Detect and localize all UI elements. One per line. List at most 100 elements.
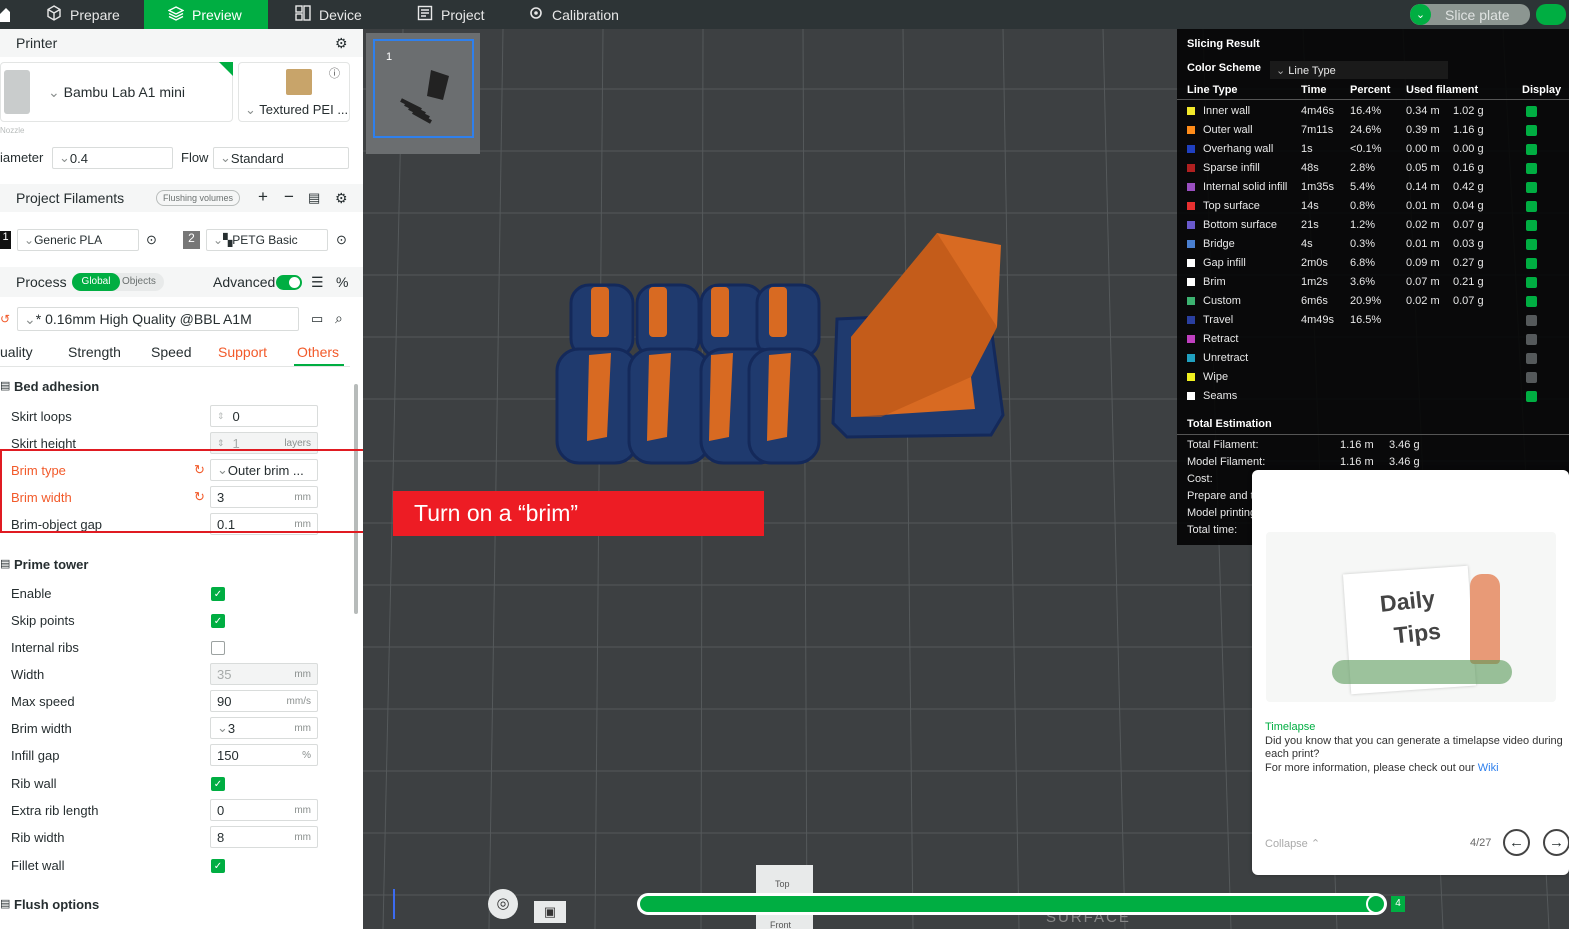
- skirt-loops-input[interactable]: ⇕ 0: [210, 405, 318, 427]
- display-toggle[interactable]: [1526, 106, 1537, 117]
- tab-others[interactable]: Others: [297, 344, 339, 360]
- rib-wall-checkbox[interactable]: ✓: [211, 777, 225, 791]
- plate-name[interactable]: ⌄ Textured PEI ...: [245, 102, 348, 118]
- width-input[interactable]: 35 mm: [210, 663, 318, 685]
- skip-points-checkbox[interactable]: ✓: [211, 614, 225, 628]
- extra-rib-input[interactable]: 0 mm: [210, 799, 318, 821]
- percent-icon[interactable]: %: [336, 274, 348, 290]
- cube-icon: [46, 5, 62, 24]
- add-icon[interactable]: +: [258, 187, 268, 207]
- tab-speed[interactable]: Speed: [151, 344, 191, 360]
- line-type-name: Brim: [1203, 276, 1226, 288]
- line-type-row: Outer wall 7m11s 24.6% 0.39 m 1.16 g: [1177, 121, 1569, 140]
- info-icon[interactable]: ⓘ: [329, 65, 340, 81]
- filament-more-icon[interactable]: ⊙: [146, 232, 157, 248]
- camera-icon[interactable]: ◎: [488, 889, 518, 919]
- search-icon[interactable]: ⌕: [335, 310, 343, 327]
- next-tip-button[interactable]: →: [1543, 829, 1569, 856]
- display-toggle[interactable]: [1526, 334, 1537, 345]
- tab-project[interactable]: Project: [417, 0, 517, 29]
- flushing-volumes-button[interactable]: Flushing volumes: [156, 190, 241, 206]
- line-type-percent: 0.8%: [1350, 200, 1376, 212]
- process-preset-select[interactable]: ⌄ * 0.16mm High Quality @BBL A1M: [17, 307, 299, 331]
- tab-strength[interactable]: Strength: [68, 344, 121, 360]
- view-cube-front[interactable]: Front: [770, 920, 791, 929]
- display-toggle[interactable]: [1526, 144, 1537, 155]
- filament-select-2[interactable]: ⌄ ▚ PETG Basic: [206, 229, 328, 251]
- save-icon[interactable]: ▭: [311, 311, 323, 327]
- filament-select-1[interactable]: ⌄ Generic PLA: [17, 229, 139, 251]
- internal-ribs-checkbox[interactable]: [211, 641, 225, 655]
- tab-prepare[interactable]: Prepare: [46, 0, 144, 29]
- diameter-select[interactable]: ⌄ 0.4: [52, 147, 173, 169]
- total-label: Cost:: [1187, 473, 1213, 485]
- display-toggle[interactable]: [1526, 239, 1537, 250]
- display-toggle[interactable]: [1526, 220, 1537, 231]
- color-scheme-select[interactable]: ⌄ Line Type: [1270, 61, 1448, 79]
- display-toggle[interactable]: [1526, 391, 1537, 402]
- prev-tip-button[interactable]: ←: [1503, 829, 1530, 856]
- view-cube-top[interactable]: Top: [775, 879, 790, 889]
- advanced-switch[interactable]: [276, 275, 302, 290]
- filament-sync-icon[interactable]: ▤: [308, 190, 320, 206]
- line-type-percent: 20.9%: [1350, 295, 1382, 307]
- wiki-link[interactable]: Wiki: [1478, 762, 1499, 774]
- infill-gap-input[interactable]: 150%: [210, 744, 318, 766]
- tab-calibration[interactable]: Calibration: [528, 0, 648, 29]
- line-type-weight: 0.21 g: [1453, 276, 1484, 288]
- layout-icon[interactable]: ▣: [534, 901, 566, 923]
- max-speed-input[interactable]: 90 mm/s: [210, 690, 318, 712]
- line-type-percent: 6.8%: [1350, 257, 1376, 269]
- display-toggle[interactable]: [1526, 125, 1537, 136]
- display-toggle[interactable]: [1526, 372, 1537, 383]
- person-illustration: [1470, 574, 1500, 664]
- tab-quality[interactable]: uality: [0, 344, 33, 360]
- flow-select[interactable]: ⌄ Standard: [213, 147, 349, 169]
- tab-device[interactable]: Device: [295, 0, 395, 29]
- gear-icon[interactable]: ⚙: [335, 35, 348, 52]
- plate-thumbnail[interactable]: 1: [366, 33, 480, 154]
- line-type-time: 48s: [1301, 162, 1319, 174]
- display-toggle[interactable]: [1526, 258, 1537, 269]
- slicing-result-panel: Slicing Result Color Scheme ⌄ Line Type …: [1177, 29, 1569, 545]
- flush-options-title: Flush options: [14, 897, 100, 912]
- filament-settings-icon[interactable]: ⚙: [335, 190, 348, 207]
- chevron-down-icon: ⌄: [1410, 4, 1431, 25]
- list-icon[interactable]: ☰: [311, 274, 324, 291]
- enable-checkbox[interactable]: ✓: [211, 587, 225, 601]
- tips-more: For more information, please check out o…: [1265, 762, 1499, 774]
- display-toggle[interactable]: [1526, 315, 1537, 326]
- color-swatch: [1187, 202, 1195, 210]
- tab-preview[interactable]: Preview: [144, 0, 268, 29]
- layer-slider-handle[interactable]: [1366, 894, 1386, 914]
- total-estimation-title: Total Estimation: [1187, 418, 1272, 430]
- display-toggle[interactable]: [1526, 163, 1537, 174]
- reset-icon[interactable]: ↺: [0, 312, 10, 326]
- toggle-global[interactable]: Global: [72, 273, 120, 291]
- layer-slider[interactable]: 4: [637, 893, 1405, 915]
- filaments-section-title: Project Filaments: [16, 190, 125, 206]
- print-button[interactable]: [1536, 4, 1566, 25]
- collapse-button[interactable]: Collapse ⌃: [1265, 837, 1320, 850]
- tab-support[interactable]: Support: [218, 344, 267, 360]
- line-type-name: Inner wall: [1203, 105, 1251, 117]
- line-type-name: Bridge: [1203, 238, 1235, 250]
- display-toggle[interactable]: [1526, 353, 1537, 364]
- home-icon[interactable]: [0, 6, 10, 23]
- prime-brim-width-select[interactable]: ⌄ 3 mm: [210, 717, 318, 739]
- display-toggle[interactable]: [1526, 201, 1537, 212]
- remove-icon[interactable]: −: [284, 187, 294, 207]
- display-toggle[interactable]: [1526, 296, 1537, 307]
- rib-width-input[interactable]: 8 mm: [210, 826, 318, 848]
- slice-plate-button[interactable]: ⌄ Slice plate: [1410, 4, 1530, 25]
- display-toggle[interactable]: [1526, 277, 1537, 288]
- printer-name[interactable]: ⌄ Bambu Lab A1 mini: [48, 84, 185, 101]
- fillet-wall-checkbox[interactable]: ✓: [211, 859, 225, 873]
- display-toggle[interactable]: [1526, 182, 1537, 193]
- advanced-label: Advanced: [213, 274, 276, 290]
- total-divider: [1177, 434, 1569, 435]
- toggle-objects[interactable]: Objects: [122, 276, 156, 287]
- header-display: Display: [1522, 84, 1562, 96]
- line-type-length: 0.39 m: [1406, 124, 1440, 136]
- filament-more-icon[interactable]: ⊙: [336, 232, 347, 248]
